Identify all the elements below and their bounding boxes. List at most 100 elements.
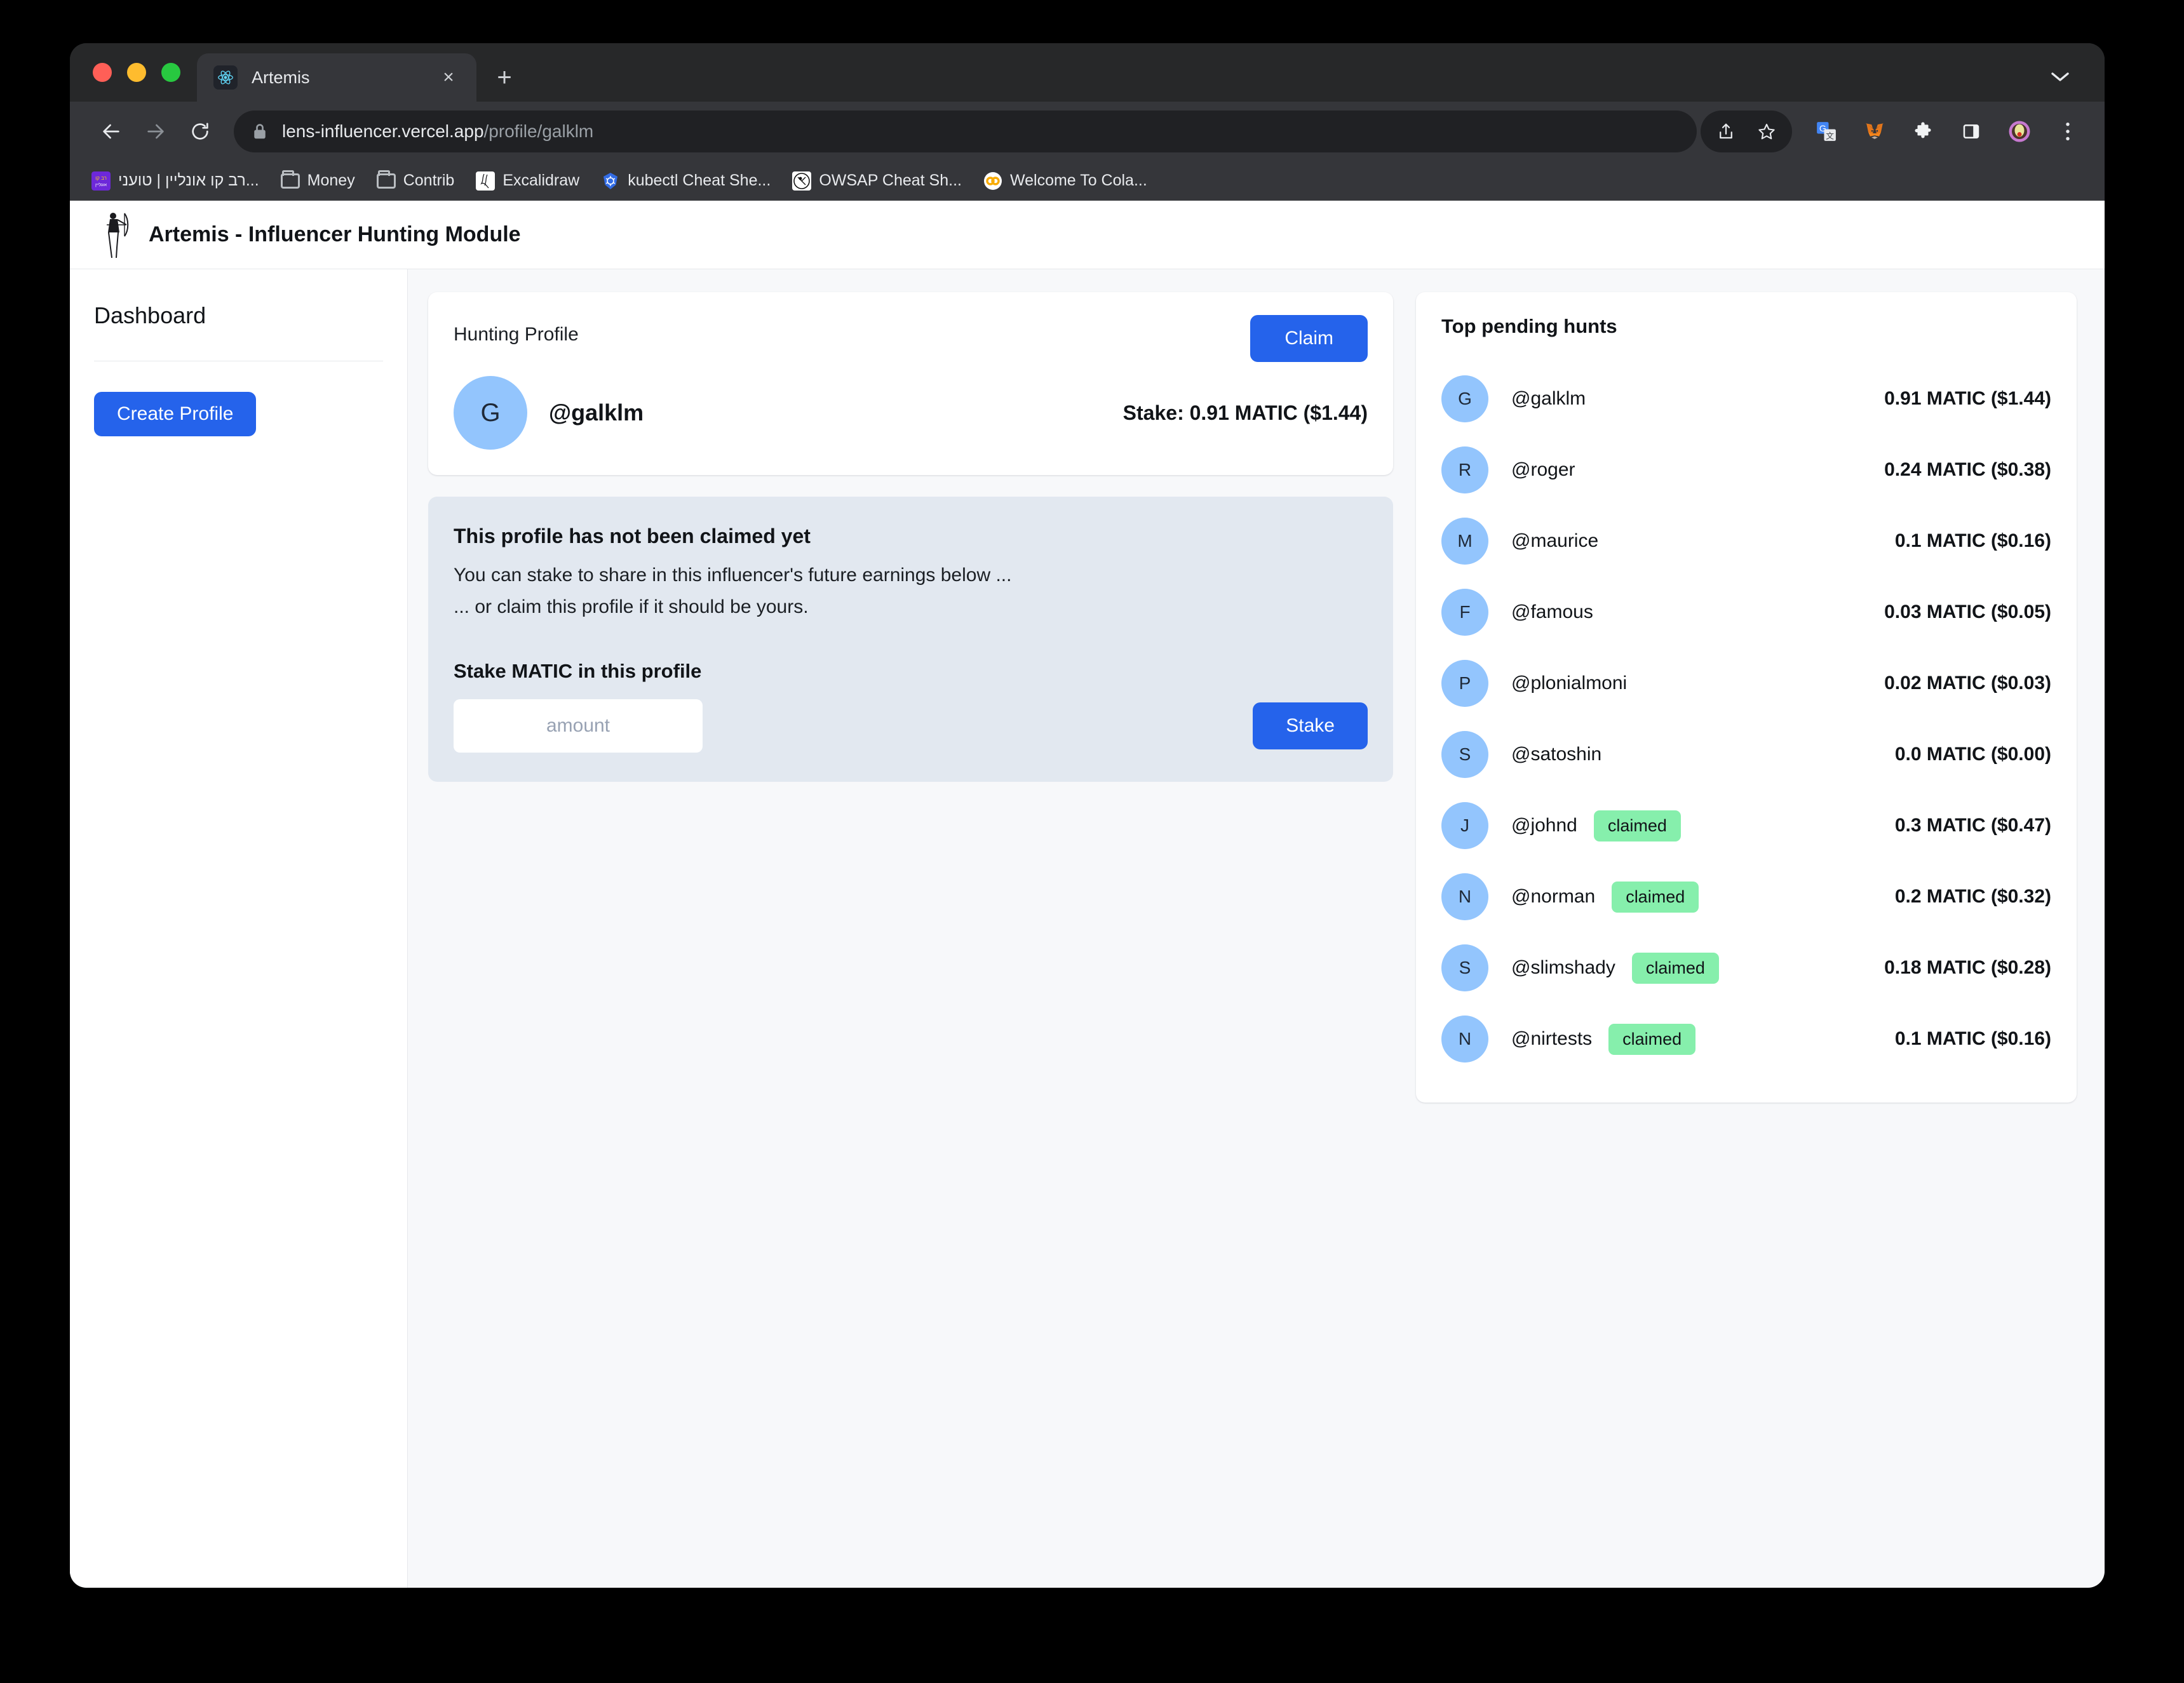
react-icon <box>213 65 238 90</box>
colab-icon <box>983 171 1002 191</box>
stake-form-label: Stake MATIC in this profile <box>454 660 702 682</box>
minimize-window-button[interactable] <box>127 63 146 82</box>
profile-identity-left: G @galklm <box>454 376 644 450</box>
side-panel-icon[interactable] <box>1952 112 1990 151</box>
chevron-down-icon[interactable] <box>2046 66 2074 88</box>
avatar: M <box>1441 518 1488 565</box>
claim-button[interactable]: Claim <box>1250 315 1368 362</box>
avatar: F <box>1441 589 1488 636</box>
extension-icons: G 文 <box>1807 112 2087 151</box>
list-item[interactable]: S @satoshin 0.0 MATIC ($0.00) <box>1441 719 2051 790</box>
stake-panel-line-2: ... or claim this profile if it should b… <box>454 596 809 617</box>
hunt-amount: 0.91 MATIC ($1.44) <box>1884 388 2051 409</box>
page-title: Artemis - Influencer Hunting Module <box>149 222 521 246</box>
owasp-icon <box>792 171 812 191</box>
hunt-amount: 0.18 MATIC ($0.28) <box>1884 957 2051 978</box>
hunt-amount: 0.03 MATIC ($0.05) <box>1884 601 2051 622</box>
bookmark-label: Welcome To Cola... <box>1009 171 1147 189</box>
star-icon[interactable] <box>1748 112 1786 151</box>
list-item[interactable]: M @maurice 0.1 MATIC ($0.16) <box>1441 506 2051 577</box>
ravkav-icon: רב קו אונליין <box>91 171 111 191</box>
list-item[interactable]: N @norman claimed 0.2 MATIC ($0.32) <box>1441 861 2051 932</box>
address-bar[interactable]: lens-influencer.vercel.app/profile/galkl… <box>234 111 1697 152</box>
profile-handle: @galklm <box>549 399 644 426</box>
hunt-handle: @norman <box>1511 886 1596 907</box>
hunt-amount: 0.24 MATIC ($0.38) <box>1884 459 2051 480</box>
hunt-handle: @maurice <box>1511 530 1599 551</box>
reload-icon[interactable] <box>180 112 220 151</box>
share-icon[interactable] <box>1707 112 1745 151</box>
close-tab-icon[interactable]: × <box>435 64 462 91</box>
chrome-menu-icon[interactable] <box>2049 112 2087 151</box>
hunting-profile-label: Hunting Profile <box>454 324 579 345</box>
hunt-amount: 0.2 MATIC ($0.32) <box>1894 886 2051 907</box>
avatar: S <box>1441 731 1488 778</box>
bookmark-item[interactable]: OWSAP Cheat Sh... <box>792 171 962 191</box>
bookmark-item[interactable]: Money <box>280 170 355 190</box>
status-badge: claimed <box>1608 1023 1696 1055</box>
kubernetes-icon <box>601 171 620 191</box>
back-arrow-icon[interactable] <box>91 112 131 151</box>
bookmark-item[interactable]: רב קו אונליין רב קו אונליין | טועני... <box>91 171 259 191</box>
list-item[interactable]: S @slimshady claimed 0.18 MATIC ($0.28) <box>1441 932 2051 1003</box>
hunt-amount: 0.1 MATIC ($0.16) <box>1894 1028 2051 1049</box>
stake-amount-input[interactable] <box>454 699 703 753</box>
bookmark-label: Contrib <box>403 171 455 189</box>
status-badge: claimed <box>1631 952 1719 984</box>
hunt-amount: 0.1 MATIC ($0.16) <box>1894 530 2051 551</box>
window-traffic-lights <box>70 43 197 102</box>
metamask-fox-icon[interactable] <box>1856 112 1894 151</box>
forward-arrow-icon[interactable] <box>136 112 175 151</box>
folder-icon <box>280 170 300 189</box>
bookmark-item[interactable]: Contrib <box>376 170 455 190</box>
browser-toolbar: lens-influencer.vercel.app/profile/galkl… <box>70 102 2105 161</box>
extensions-puzzle-icon[interactable] <box>1904 112 1942 151</box>
hunting-profile-card: Hunting Profile Claim G @galklm Stake: 0… <box>428 292 1393 475</box>
bookmark-item[interactable]: Excalidraw <box>476 171 579 191</box>
maximize-window-button[interactable] <box>161 63 180 82</box>
bookmark-label: רב קו אונליין | טועני... <box>118 171 259 189</box>
list-item[interactable]: G @galklm 0.91 MATIC ($1.44) <box>1441 363 2051 434</box>
bookmark-label: OWSAP Cheat Sh... <box>819 171 962 189</box>
stake-button[interactable]: Stake <box>1253 702 1368 749</box>
close-window-button[interactable] <box>93 63 112 82</box>
list-item[interactable]: N @nirtests claimed 0.1 MATIC ($0.16) <box>1441 1003 2051 1075</box>
status-badge: claimed <box>1612 881 1699 913</box>
list-item[interactable]: F @famous 0.03 MATIC ($0.05) <box>1441 577 2051 648</box>
stake-panel: This profile has not been claimed yet Yo… <box>428 497 1393 782</box>
new-tab-button[interactable]: + <box>485 58 523 97</box>
hunt-handle: @galklm <box>1511 388 1586 409</box>
list-item[interactable]: J @johnd claimed 0.3 MATIC ($0.47) <box>1441 790 2051 861</box>
hunting-profile-card-header: Hunting Profile Claim <box>454 315 1368 362</box>
stake-form-row: Stake <box>454 699 1368 753</box>
app-header: Artemis - Influencer Hunting Module <box>70 201 2105 269</box>
bookmark-item[interactable]: Welcome To Cola... <box>983 171 1147 191</box>
avatar: N <box>1441 873 1488 920</box>
create-profile-button[interactable]: Create Profile <box>94 392 257 436</box>
sidebar-item-dashboard[interactable]: Dashboard <box>94 302 383 329</box>
avatar: G <box>454 376 527 450</box>
profile-avatar-icon[interactable] <box>2000 112 2039 151</box>
bookmarks-bar: רב קו אונליין רב קו אונליין | טועני... Mo… <box>70 161 2105 201</box>
omnibox-actions <box>1701 111 1792 152</box>
hunt-handle: @satoshin <box>1511 744 1602 765</box>
browser-tab[interactable]: Artemis × <box>197 53 476 102</box>
top-pending-hunts-card: Top pending hunts G @galklm 0.91 MATIC ($1… <box>1416 292 2077 1103</box>
hunt-amount: 0.3 MATIC ($0.47) <box>1894 815 2051 836</box>
sidebar: Dashboard Create Profile <box>70 269 408 1588</box>
page-body: Dashboard Create Profile Hunting Profile… <box>70 269 2105 1588</box>
hunt-amount: 0.02 MATIC ($0.03) <box>1884 673 2051 694</box>
list-item[interactable]: R @roger 0.24 MATIC ($0.38) <box>1441 434 2051 506</box>
google-translate-icon[interactable]: G 文 <box>1807 112 1845 151</box>
stake-panel-line-1: You can stake to share in this influence… <box>454 565 1012 586</box>
list-item[interactable]: P @plonialmoni 0.02 MATIC ($0.03) <box>1441 648 2051 719</box>
hunt-handle: @plonialmoni <box>1511 673 1628 694</box>
hunt-handle: @famous <box>1511 601 1593 622</box>
tab-strip: Artemis × + <box>70 43 2105 102</box>
bookmark-item[interactable]: kubectl Cheat She... <box>601 171 771 191</box>
url-text: lens-influencer.vercel.app/profile/galkl… <box>282 121 593 142</box>
page-viewport: Artemis - Influencer Hunting Module Dash… <box>70 201 2105 1588</box>
avatar: S <box>1441 944 1488 991</box>
folder-icon <box>376 170 396 189</box>
lock-icon <box>252 122 268 141</box>
